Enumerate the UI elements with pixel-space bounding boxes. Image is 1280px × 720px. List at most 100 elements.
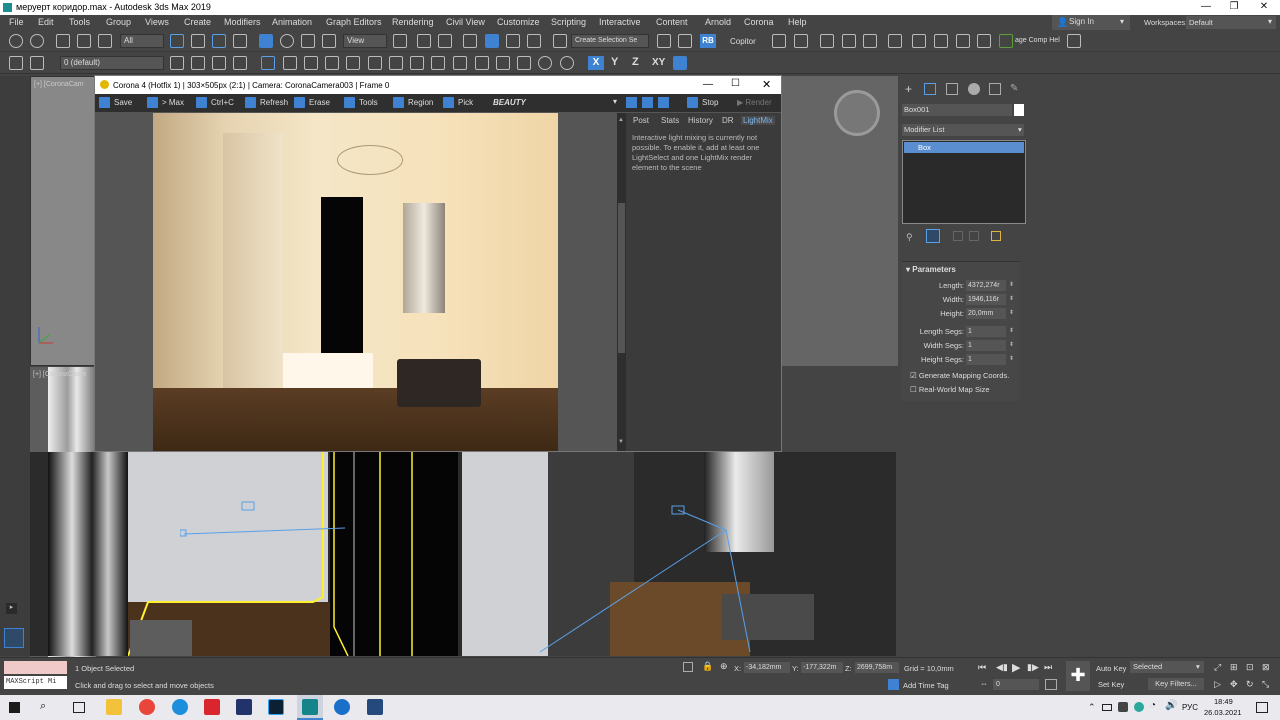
param-height-input[interactable]: 20,0mm (966, 308, 1006, 319)
align-icon[interactable] (678, 34, 692, 48)
keyboard-shortcut-icon[interactable] (438, 34, 452, 48)
viewport-right[interactable] (780, 76, 898, 366)
tray-overflow-icon[interactable]: ⌃ (1088, 702, 1096, 713)
sphere-icon[interactable] (538, 56, 552, 70)
redo-icon[interactable] (30, 34, 44, 48)
viewport-bottom[interactable] (30, 452, 896, 656)
set-key-button[interactable]: Set Key (1098, 680, 1124, 689)
expand-icon[interactable]: ▸ (6, 603, 17, 614)
x-coordinate-field[interactable]: -34,182mm (744, 662, 790, 673)
modifier-list-dropdown[interactable]: Modifier List ▾ (902, 124, 1024, 136)
spinner-icon[interactable]: ⬍ (1009, 295, 1014, 302)
stop-button[interactable]: Stop (687, 97, 718, 109)
key-filters-button[interactable]: Key Filters... (1148, 678, 1204, 690)
spinner-icon[interactable]: ⬍ (1009, 327, 1014, 334)
slicer-icon[interactable] (389, 56, 403, 70)
viewport-label[interactable]: [+] [CoronaCam (34, 81, 84, 88)
render-window-titlebar[interactable]: Corona 4 (Hotfix 1) | 303×505px (2:1) | … (95, 76, 781, 94)
menu-civil-view[interactable]: Civil View (446, 17, 485, 27)
create-layer-icon[interactable] (170, 56, 184, 70)
material-editor-icon[interactable] (888, 34, 902, 48)
viewport-top-left[interactable]: [+] [CoronaCam (30, 76, 96, 366)
pattern-icon[interactable] (431, 56, 445, 70)
photoshop-icon[interactable] (268, 699, 284, 715)
zoom-fit-icon[interactable] (658, 97, 669, 108)
modify-tab-icon[interactable] (924, 83, 936, 95)
current-frame-field[interactable]: 0 (993, 679, 1039, 690)
gen-mapping-checkbox[interactable]: ☑ Generate Mapping Coords. (910, 371, 1009, 380)
distance-icon[interactable] (453, 56, 467, 70)
task-view-icon[interactable] (73, 702, 85, 713)
tab-stats[interactable]: Stats (661, 116, 679, 125)
undo-icon[interactable] (9, 34, 23, 48)
time-config-icon[interactable] (1045, 679, 1057, 690)
param-width-segs-input[interactable]: 1 (966, 340, 1006, 351)
menu-views[interactable]: Views (145, 17, 169, 27)
lock-icon[interactable]: 🔒 (702, 661, 713, 672)
close-button[interactable]: ✕ (1250, 0, 1278, 15)
pin-stack-icon[interactable]: ⚲ (906, 232, 916, 242)
motion-tab-icon[interactable] (968, 83, 980, 95)
modifier-stack[interactable]: Box (902, 140, 1026, 224)
scale-icon[interactable] (301, 34, 315, 48)
viewport-label[interactable]: [+] [CoronaCame (33, 371, 87, 378)
menu-group[interactable]: Group (106, 17, 131, 27)
zoom-in-icon[interactable] (626, 97, 637, 108)
minimize-button[interactable]: — (1192, 0, 1220, 15)
previous-frame-icon[interactable]: ◀▮ (996, 662, 1008, 673)
menu-customize[interactable]: Customize (497, 17, 540, 27)
selection-filter-dropdown[interactable]: All (120, 34, 164, 48)
display-tab-icon[interactable] (989, 83, 1001, 95)
z-coordinate-field[interactable]: 2699,758m (855, 662, 899, 673)
place-icon[interactable] (322, 34, 336, 48)
goto-start-icon[interactable]: ⏮ (978, 662, 986, 673)
light-icon[interactable] (261, 56, 275, 70)
to-max-button[interactable]: > Max (147, 97, 184, 109)
camera-icon[interactable] (304, 56, 318, 70)
messenger-icon[interactable] (334, 699, 350, 715)
clock-date[interactable]: 26.03.2021 (1204, 708, 1242, 717)
object-name-field[interactable]: Box001 (902, 104, 1012, 116)
render-setup-icon[interactable] (912, 34, 926, 48)
axis-y-button[interactable]: Y (611, 56, 618, 68)
orbit-icon[interactable]: ↻ (1246, 679, 1254, 690)
play-icon[interactable]: ▶ (1012, 661, 1020, 674)
menu-help[interactable]: Help (788, 17, 807, 27)
auto-key-button[interactable]: Auto Key (1096, 664, 1126, 673)
copitor-label[interactable]: Copitor (730, 37, 756, 46)
rotate-icon[interactable] (280, 34, 294, 48)
percent-snap-icon[interactable] (506, 34, 520, 48)
menu-arnold[interactable]: Arnold (705, 17, 731, 27)
sync-icon[interactable] (1134, 702, 1144, 712)
real-world-checkbox[interactable]: ☐ Real-World Map Size (910, 385, 990, 394)
revit-icon[interactable] (367, 699, 383, 715)
create-tab-icon[interactable]: + (905, 83, 917, 95)
proxy-icon[interactable] (325, 56, 339, 70)
spinner-icon[interactable]: ⬍ (1009, 309, 1014, 316)
sign-in-button[interactable]: 👤 Sign In ▾ (1052, 15, 1130, 30)
key-set-dropdown[interactable]: Selected ▾ (1130, 661, 1204, 673)
hierarchy-tab-icon[interactable] (946, 83, 958, 95)
spinner-icon[interactable]: ⬍ (1009, 281, 1014, 288)
tab-post[interactable]: Post (633, 116, 649, 125)
notifications-icon[interactable] (1256, 702, 1268, 713)
toolbar-overflow-icon[interactable] (1067, 34, 1081, 48)
close-button[interactable]: ✕ (762, 78, 771, 91)
rb-button[interactable]: RB (700, 34, 716, 48)
goto-end-icon[interactable]: ⏭ (1044, 662, 1052, 673)
sun-icon[interactable] (283, 56, 297, 70)
box-icon[interactable] (517, 56, 531, 70)
tab-dr[interactable]: DR (722, 116, 734, 125)
scene-explorer-icon[interactable] (772, 34, 786, 48)
snaps-toggle-icon[interactable] (463, 34, 477, 48)
param-height-segs-input[interactable]: 1 (966, 354, 1006, 365)
edit-named-selection-icon[interactable] (553, 34, 567, 48)
clock-time[interactable]: 18:49 (1214, 697, 1233, 706)
remove-modifier-icon[interactable] (969, 231, 979, 241)
windows-start-icon[interactable] (9, 702, 20, 713)
param-width-input[interactable]: 1946,116r (966, 294, 1006, 305)
layer-manager-icon[interactable] (9, 56, 23, 70)
named-selection-set-dropdown[interactable]: Create Selection Se (571, 34, 649, 48)
absolute-mode-icon[interactable]: ⊕ (720, 661, 728, 672)
zoom-all-icon[interactable]: ⊞ (1230, 662, 1238, 673)
